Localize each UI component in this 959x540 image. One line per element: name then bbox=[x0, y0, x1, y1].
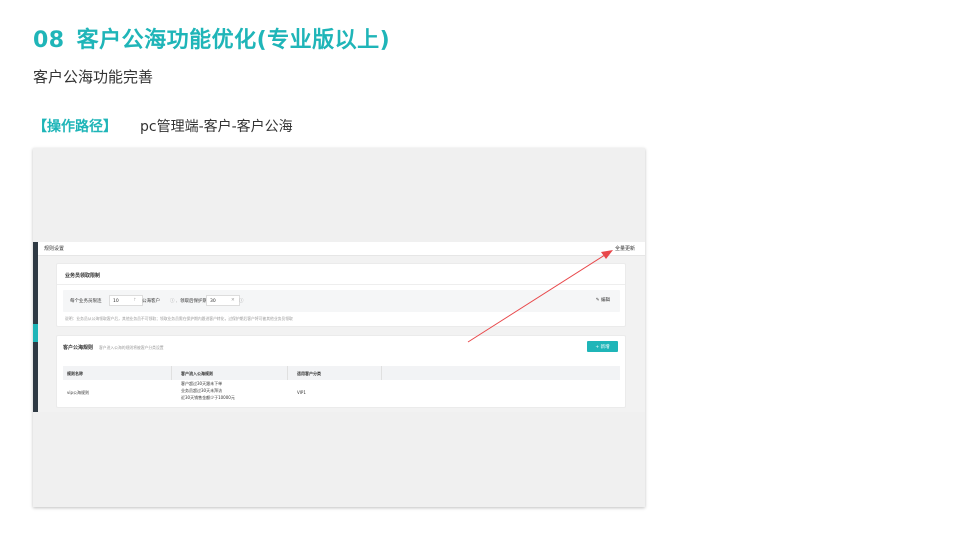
edit-button[interactable]: ✎ 编辑 bbox=[596, 297, 610, 303]
column-divider bbox=[287, 366, 288, 380]
edit-label: 编辑 bbox=[601, 298, 610, 303]
column-header: 规则名称 bbox=[67, 371, 83, 376]
label-protect: 领取后保护期 bbox=[180, 299, 207, 304]
rule-category: VIP1 bbox=[297, 390, 306, 395]
label-pool: 公海客户 bbox=[142, 299, 160, 304]
help-icon: ⓘ bbox=[239, 299, 244, 304]
add-rule-button[interactable]: + 新增 bbox=[587, 341, 618, 352]
claim-limit-note: 说明：业务员从公海领取客户后，其他业务员不可领取；领取业务员需在保护期内跟进客户… bbox=[65, 316, 293, 321]
rule-line: 客户超过30天跟未下单 bbox=[181, 381, 223, 386]
column-header: 客户流入公海规则 bbox=[181, 371, 213, 376]
table-row[interactable]: vip公海规则 客户超过30天跟未下单 业务员超过30天未拜访 近30天销售金额… bbox=[63, 380, 620, 406]
path-label: 【操作路径】 bbox=[33, 119, 117, 135]
claim-limit-card: 业务员领取限制 每个业务员限连 10 ↑ 公海客户 ⓘ , 领取后保护期 30 … bbox=[56, 263, 626, 327]
sidebar-active-indicator bbox=[33, 324, 38, 342]
rule-line: 业务员超过30天未拜访 bbox=[181, 388, 223, 393]
stepper-up-icon[interactable]: ↑ bbox=[133, 298, 137, 303]
claim-limit-title: 业务员领取限制 bbox=[65, 273, 101, 279]
info-icon: ⓘ , bbox=[170, 299, 178, 304]
rule-line: 近30天销售金额少于10000元 bbox=[181, 395, 235, 400]
path-value: pc管理端-客户-客户公海 bbox=[140, 119, 293, 135]
pool-rules-subtitle: 客户进入公海的规则将被客户分类设置 bbox=[99, 345, 164, 350]
full-update-link[interactable]: 全量更新 bbox=[615, 245, 635, 252]
app-sidebar bbox=[33, 242, 38, 412]
rule-name: vip公海规则 bbox=[67, 390, 90, 395]
column-header: 适用客户分类 bbox=[297, 371, 321, 376]
app-topbar: 规则设置 全量更新 bbox=[38, 242, 645, 256]
pool-rules-title: 客户公海规则 bbox=[63, 345, 94, 351]
page-title: 规则设置 bbox=[44, 246, 65, 252]
operation-path: 【操作路径】 pc管理端-客户-客户公海 bbox=[33, 116, 293, 136]
claim-limit-input[interactable]: 10 bbox=[109, 295, 143, 306]
slide-title-text: 客户公海功能优化(专业版以上) bbox=[76, 28, 391, 53]
slide-number: 08 bbox=[33, 28, 65, 53]
divider bbox=[57, 284, 625, 285]
slide-subtitle: 客户公海功能完善 bbox=[33, 68, 154, 86]
rules-table-header: 规则名称 客户流入公海规则 适用客户分类 bbox=[63, 366, 620, 380]
embedded-screenshot: 规则设置 全量更新 业务员领取限制 每个业务员限连 10 ↑ 公海客户 ⓘ , … bbox=[33, 148, 645, 507]
slide-title: 08 客户公海功能优化(专业版以上) bbox=[33, 22, 390, 54]
label-each: 每个业务员限连 bbox=[70, 299, 102, 304]
clear-icon[interactable]: ✕ bbox=[231, 298, 235, 303]
column-divider bbox=[171, 366, 172, 380]
claim-limit-form: 每个业务员限连 10 ↑ 公海客户 ⓘ , 领取后保护期 30 ✕ ⓘ ✎ 编辑 bbox=[63, 290, 620, 312]
column-divider bbox=[381, 366, 382, 380]
pool-rules-card: 客户公海规则 客户进入公海的规则将被客户分类设置 + 新增 规则名称 客户流入公… bbox=[56, 335, 626, 408]
